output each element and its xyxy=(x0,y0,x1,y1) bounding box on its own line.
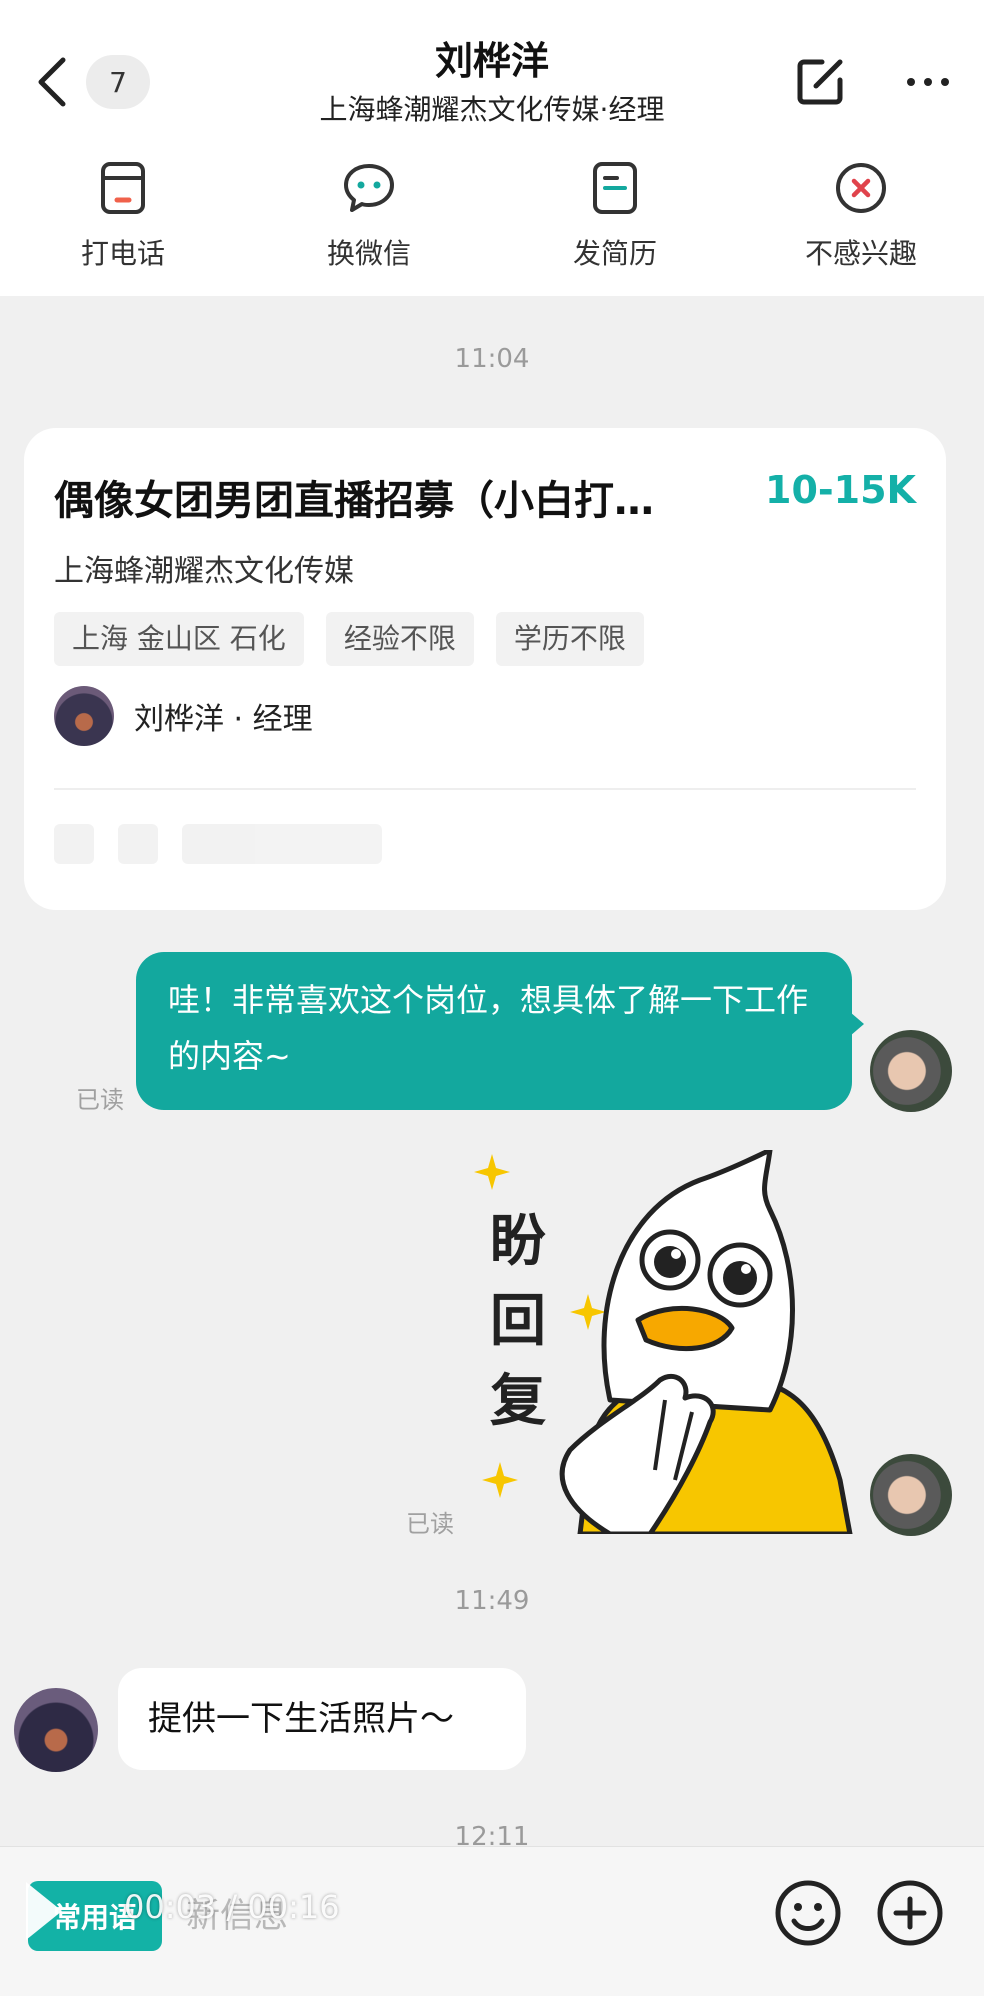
job-tag-location: 上海 金山区 石化 xyxy=(54,612,304,666)
sticker-char: 复 xyxy=(490,1369,546,1434)
edit-note-icon xyxy=(797,59,843,105)
read-receipt: 已读 xyxy=(406,1510,454,1538)
not-interested-icon xyxy=(836,163,886,213)
job-company: 上海蜂潮耀杰文化传媒 xyxy=(54,554,354,589)
action-call-label: 打电话 xyxy=(80,237,165,270)
action-resume-label: 发简历 xyxy=(572,237,657,270)
my-avatar[interactable] xyxy=(870,1030,952,1112)
job-title: 偶像女团男团直播招募（小白打… xyxy=(54,478,654,524)
action-not-interested-label: 不感兴趣 xyxy=(804,237,917,270)
contact-avatar[interactable] xyxy=(14,1688,98,1772)
emoji-icon[interactable] xyxy=(772,1877,844,1949)
recruiter-avatar xyxy=(54,686,114,746)
plus-icon[interactable] xyxy=(874,1877,946,1949)
action-call[interactable]: 打电话 xyxy=(0,160,246,280)
recruiter-info: 刘桦洋 · 经理 xyxy=(54,686,313,746)
read-receipt: 已读 xyxy=(76,1086,124,1114)
incoming-message-bubble[interactable]: 提供一下生活照片～ xyxy=(118,1668,526,1770)
action-exchange-wechat[interactable]: 换微信 xyxy=(246,160,492,280)
sticker-char: 回 xyxy=(490,1289,546,1354)
quick-actions-bar: 打电话 换微信 发简历 不感兴趣 xyxy=(0,160,984,280)
sticker-char: 盼 xyxy=(490,1209,546,1274)
sparkle-icon xyxy=(474,1154,510,1190)
edit-button[interactable] xyxy=(792,54,848,110)
sparkle-icon xyxy=(482,1462,518,1498)
sparkle-icon xyxy=(570,1294,606,1330)
phone-icon xyxy=(101,162,145,214)
sticker-image[interactable]: 盼 回 复 xyxy=(470,1150,860,1534)
my-avatar[interactable] xyxy=(870,1454,952,1536)
action-send-resume[interactable]: 发简历 xyxy=(492,160,738,280)
job-salary: 10-15K xyxy=(765,468,916,512)
timestamp: 11:04 xyxy=(454,344,530,374)
resume-icon xyxy=(593,162,637,214)
job-tags: 上海 金山区 石化 经验不限 学历不限 xyxy=(54,612,644,666)
message-input[interactable] xyxy=(186,1881,746,1951)
more-options-icon[interactable] xyxy=(896,54,960,110)
outgoing-message-bubble[interactable]: 哇！非常喜欢这个岗位，想具体了解一下工作的内容~ xyxy=(136,952,864,1110)
job-card[interactable]: 偶像女团男团直播招募（小白打… 10-15K 上海蜂潮耀杰文化传媒 上海 金山区… xyxy=(24,428,946,910)
recruiter-name: 刘桦洋 · 经理 xyxy=(134,702,313,737)
card-faded-row xyxy=(54,824,534,870)
chat-header: 7 刘桦洋 上海蜂潮耀杰文化传媒·经理 打电话 换微信 发简历 不感兴趣 xyxy=(0,0,984,296)
timestamp: 11:49 xyxy=(454,1586,530,1616)
wechat-icon xyxy=(344,164,394,212)
card-divider xyxy=(54,788,916,790)
job-tag-education: 学历不限 xyxy=(495,612,644,666)
quick-phrases-button[interactable]: 常用语 xyxy=(28,1881,162,1951)
action-wechat-label: 换微信 xyxy=(326,237,411,270)
message-input-bar: 常用语 xyxy=(0,1846,984,1996)
action-not-interested[interactable]: 不感兴趣 xyxy=(738,160,984,280)
job-tag-experience: 经验不限 xyxy=(325,612,474,666)
